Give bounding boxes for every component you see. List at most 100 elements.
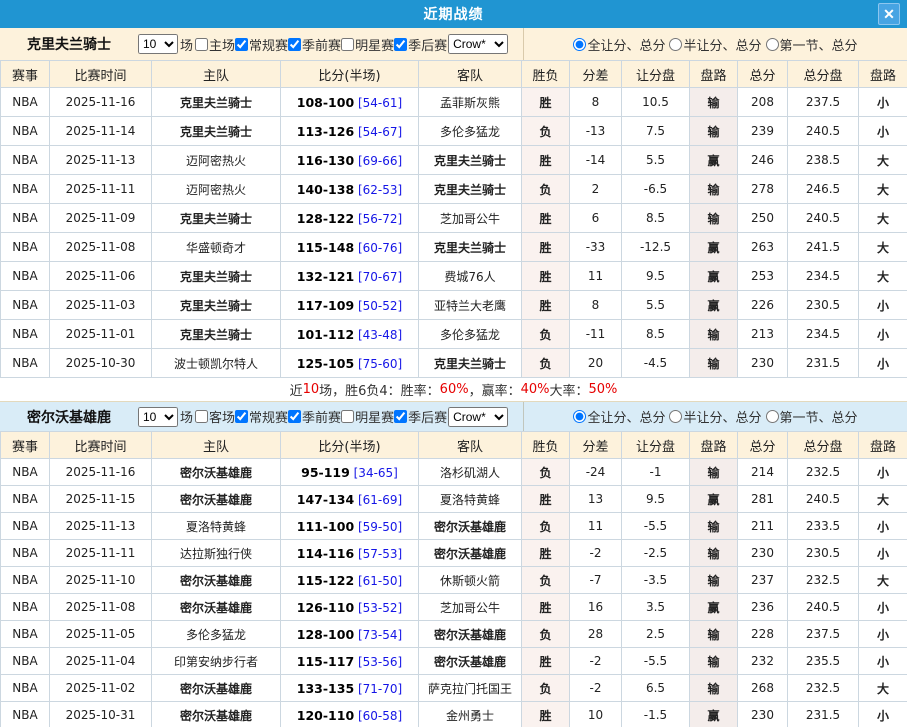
cell-league: NBA xyxy=(1,349,50,378)
venue-checkbox[interactable] xyxy=(195,38,208,51)
cell-handicap-line: 10.5 xyxy=(622,88,690,117)
cell-over-under: 小 xyxy=(859,621,907,648)
games-count-select[interactable]: 10 xyxy=(138,34,178,54)
regular-season-checkbox[interactable] xyxy=(235,38,248,51)
checkbox-label: 季前赛 xyxy=(302,35,341,54)
cell-result: 负 xyxy=(522,459,570,486)
cell-score: 101-112 [43-48] xyxy=(281,320,419,349)
dialog-title: 近期战绩 xyxy=(424,4,484,24)
regular-season-checkbox[interactable] xyxy=(235,410,248,423)
first-quarter-radio[interactable] xyxy=(766,38,779,51)
cell-point-diff: 11 xyxy=(570,513,622,540)
radio-half-handicap-total[interactable]: 半让分、总分 xyxy=(669,35,761,54)
playoffs-checkbox[interactable] xyxy=(394,38,407,51)
cell-result: 胜 xyxy=(522,291,570,320)
half-handicap-radio[interactable] xyxy=(669,38,682,51)
results-table-cavaliers: 赛事 比赛时间 主队 比分(半场) 客队 胜负 分差 让分盘 盘路 总分 总分盘… xyxy=(0,60,907,378)
col-header-result: 胜负 xyxy=(522,61,570,88)
cell-league: NBA xyxy=(1,88,50,117)
venue-checkbox[interactable] xyxy=(195,410,208,423)
bookmaker-select[interactable]: Crow* xyxy=(448,34,508,54)
game-row: NBA2025-11-01克里夫兰骑士101-112 [43-48]多伦多猛龙负… xyxy=(1,320,907,349)
cell-handicap-line: -12.5 xyxy=(622,233,690,262)
radio-full-handicap-total[interactable]: 全让分、总分 xyxy=(573,35,665,54)
cell-home-team: 密尔沃基雄鹿 xyxy=(152,567,281,594)
cell-result: 胜 xyxy=(522,702,570,727)
cell-handicap-result: 赢 xyxy=(690,233,738,262)
filter-checkbox-allstar[interactable]: 明星赛 xyxy=(341,35,394,54)
cell-score: 140-138 [62-53] xyxy=(281,175,419,204)
summary-segment: 10 xyxy=(303,382,320,397)
cell-over-under: 小 xyxy=(859,349,907,378)
cell-home-team: 密尔沃基雄鹿 xyxy=(152,486,281,513)
cell-over-under: 小 xyxy=(859,594,907,621)
cell-total-points: 213 xyxy=(738,320,788,349)
cell-over-under: 大 xyxy=(859,262,907,291)
cell-league: NBA xyxy=(1,146,50,175)
cell-away-team: 密尔沃基雄鹿 xyxy=(419,648,522,675)
preseason-checkbox[interactable] xyxy=(288,410,301,423)
playoffs-checkbox[interactable] xyxy=(394,410,407,423)
cell-away-team: 金州勇士 xyxy=(419,702,522,727)
cell-point-diff: -24 xyxy=(570,459,622,486)
radio-full-handicap-total[interactable]: 全让分、总分 xyxy=(573,407,665,426)
radio-half-handicap-total[interactable]: 半让分、总分 xyxy=(669,407,761,426)
cell-date: 2025-11-02 xyxy=(50,675,152,702)
cell-handicap-line: 8.5 xyxy=(622,204,690,233)
cell-handicap-result: 输 xyxy=(690,621,738,648)
cell-home-team: 克里夫兰骑士 xyxy=(152,291,281,320)
cell-total-points: 226 xyxy=(738,291,788,320)
radio-first-quarter-total[interactable]: 第一节、总分 xyxy=(766,35,858,54)
close-icon[interactable]: ✕ xyxy=(878,3,900,25)
filter-checkbox-allstar[interactable]: 明星赛 xyxy=(341,407,394,426)
cell-handicap-line: -5.5 xyxy=(622,513,690,540)
cell-total-points: 237 xyxy=(738,567,788,594)
checkbox-label: 明星赛 xyxy=(355,35,394,54)
cell-point-diff: -2 xyxy=(570,648,622,675)
filter-checkbox-venue[interactable]: 客场 xyxy=(195,407,235,426)
bookmaker-select[interactable]: Crow* xyxy=(448,407,508,427)
game-row: NBA2025-11-08密尔沃基雄鹿126-110 [53-52]芝加哥公牛胜… xyxy=(1,594,907,621)
game-row: NBA2025-11-05多伦多猛龙128-100 [73-54]密尔沃基雄鹿负… xyxy=(1,621,907,648)
cell-over-under: 大 xyxy=(859,567,907,594)
game-row: NBA2025-11-03克里夫兰骑士117-109 [50-52]亚特兰大老鹰… xyxy=(1,291,907,320)
filter-checkbox-regular[interactable]: 常规赛 xyxy=(235,407,288,426)
filter-checkbox-playoffs[interactable]: 季后赛 xyxy=(394,35,447,54)
cell-total-points: 239 xyxy=(738,117,788,146)
cell-score: 115-148 [60-76] xyxy=(281,233,419,262)
first-quarter-radio[interactable] xyxy=(766,410,779,423)
team-name: 克里夫兰骑士 xyxy=(0,34,138,54)
cell-result: 负 xyxy=(522,675,570,702)
cell-total-line: 240.5 xyxy=(788,204,859,233)
cell-date: 2025-11-04 xyxy=(50,648,152,675)
cell-home-team: 波士顿凯尔特人 xyxy=(152,349,281,378)
cell-total-points: 230 xyxy=(738,349,788,378)
cell-total-line: 238.5 xyxy=(788,146,859,175)
preseason-checkbox[interactable] xyxy=(288,38,301,51)
cell-score: 125-105 [75-60] xyxy=(281,349,419,378)
team-section-bucks: 密尔沃基雄鹿 10 场 客场 常规赛 季前赛 明星赛 季后赛 Crow* 全让分… xyxy=(0,401,907,727)
radio-first-quarter-total[interactable]: 第一节、总分 xyxy=(766,407,858,426)
cell-result: 胜 xyxy=(522,540,570,567)
full-handicap-radio[interactable] xyxy=(573,38,586,51)
cell-away-team: 孟菲斯灰熊 xyxy=(419,88,522,117)
filter-checkbox-preseason[interactable]: 季前赛 xyxy=(288,35,341,54)
cell-total-points: 246 xyxy=(738,146,788,175)
filter-checkbox-venue[interactable]: 主场 xyxy=(195,35,235,54)
filter-checkbox-preseason[interactable]: 季前赛 xyxy=(288,407,341,426)
filter-checkbox-playoffs[interactable]: 季后赛 xyxy=(394,407,447,426)
allstar-checkbox[interactable] xyxy=(341,38,354,51)
full-handicap-radio[interactable] xyxy=(573,410,586,423)
cell-league: NBA xyxy=(1,648,50,675)
cell-over-under: 小 xyxy=(859,88,907,117)
cell-handicap-line: 5.5 xyxy=(622,291,690,320)
half-handicap-radio[interactable] xyxy=(669,410,682,423)
allstar-checkbox[interactable] xyxy=(341,410,354,423)
game-row: NBA2025-11-14克里夫兰骑士113-126 [54-67]多伦多猛龙负… xyxy=(1,117,907,146)
games-count-select[interactable]: 10 xyxy=(138,407,178,427)
col-header-score: 比分(半场) xyxy=(281,61,419,88)
checkbox-label: 季后赛 xyxy=(408,407,447,426)
filter-checkbox-regular[interactable]: 常规赛 xyxy=(235,35,288,54)
table-header-row: 赛事 比赛时间 主队 比分(半场) 客队 胜负 分差 让分盘 盘路 总分 总分盘… xyxy=(1,61,907,88)
radio-label: 第一节、总分 xyxy=(780,35,858,54)
